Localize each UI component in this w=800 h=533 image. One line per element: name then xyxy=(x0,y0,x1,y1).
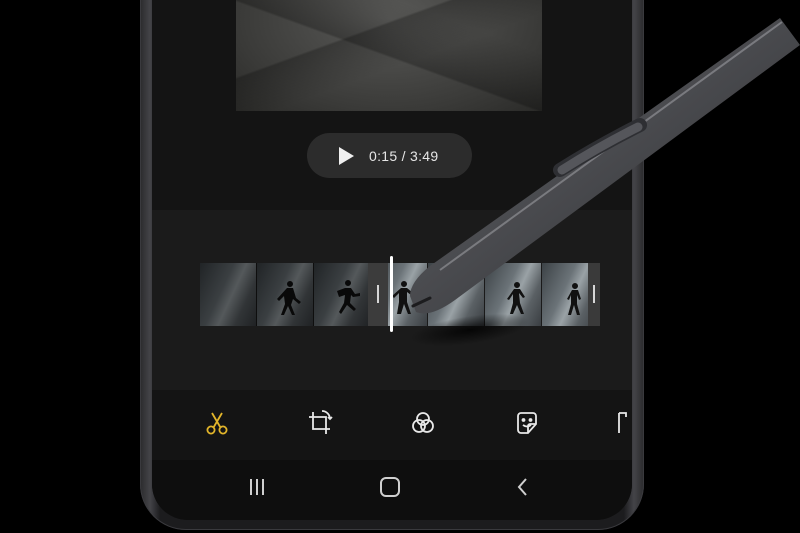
video-preview[interactable] xyxy=(236,0,542,111)
recent-apps-icon[interactable] xyxy=(244,474,270,500)
trim-handle-end[interactable] xyxy=(588,263,600,326)
scissors-icon[interactable] xyxy=(202,408,232,438)
edit-toolbar xyxy=(152,390,632,460)
timeline-frame xyxy=(428,263,485,326)
system-nav-bar xyxy=(152,460,632,520)
playback-time: 0:15 / 3:49 xyxy=(369,147,439,164)
sticker-icon[interactable] xyxy=(512,408,542,438)
playback-control: 0:15 / 3:49 xyxy=(307,133,472,178)
play-icon[interactable] xyxy=(337,146,355,166)
crop-rotate-icon[interactable] xyxy=(305,408,335,438)
trim-handle-start[interactable] xyxy=(368,263,388,326)
text-icon[interactable] xyxy=(614,408,632,438)
playhead[interactable] xyxy=(390,256,393,332)
home-icon[interactable] xyxy=(377,474,403,500)
timeline-frame xyxy=(485,263,542,326)
back-icon[interactable] xyxy=(510,474,536,500)
video-editor-screen: 0:15 / 3:49 xyxy=(152,0,632,520)
filter-icon[interactable] xyxy=(408,408,438,438)
trimmed-region xyxy=(200,263,368,326)
